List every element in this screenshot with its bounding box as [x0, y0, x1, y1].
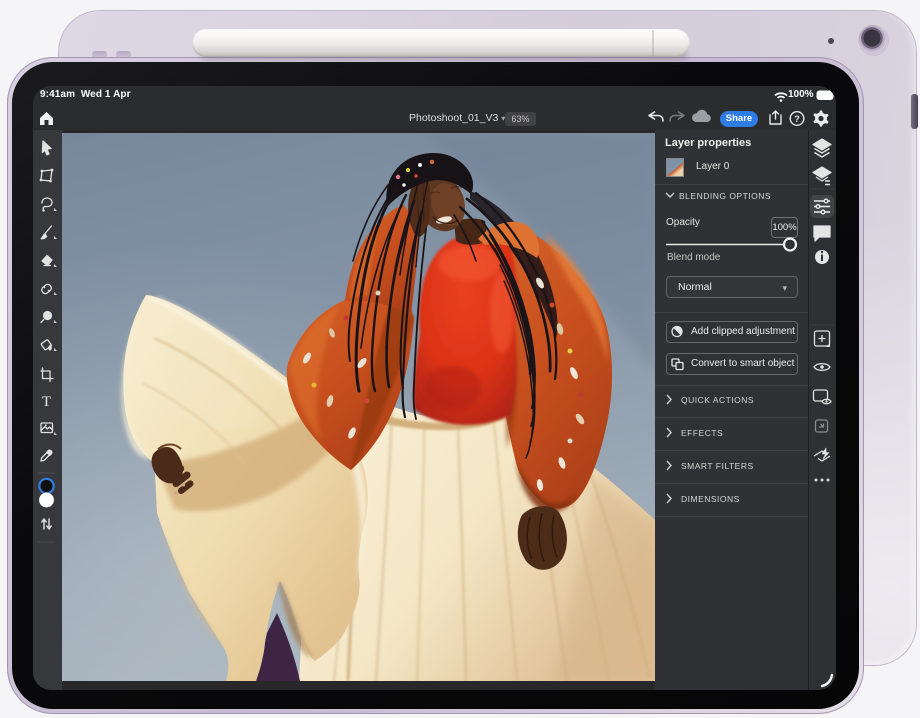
- svg-text:?: ?: [794, 114, 800, 124]
- svg-text:T: T: [42, 394, 51, 410]
